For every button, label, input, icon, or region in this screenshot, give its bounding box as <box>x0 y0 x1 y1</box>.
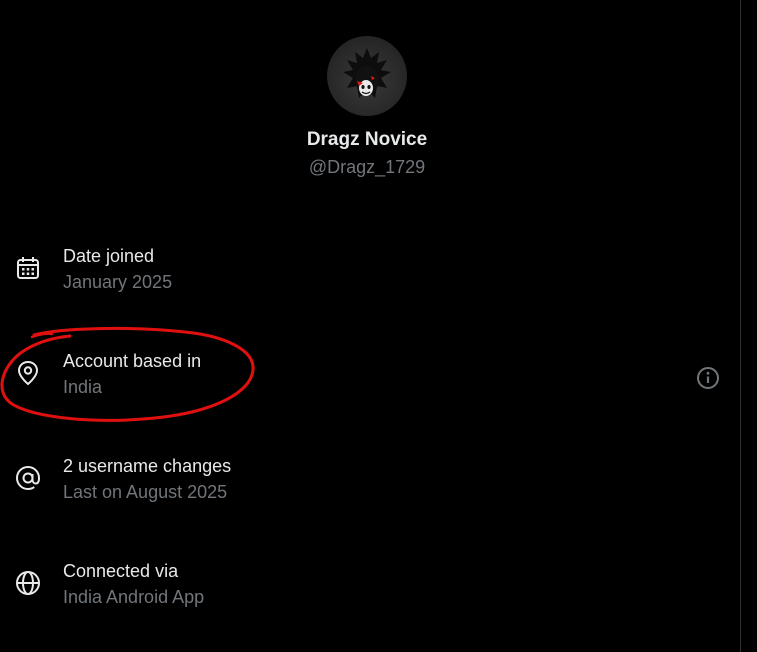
account-details-list: Date joined January 2025 Account based i… <box>0 232 740 652</box>
row-date-joined: Date joined January 2025 <box>0 232 740 337</box>
row-text: 2 username changes Last on August 2025 <box>63 454 231 504</box>
row-text: Connected via India Android App <box>63 559 204 609</box>
row-username-changes: 2 username changes Last on August 2025 <box>0 442 740 547</box>
row-subtitle: India <box>63 377 103 397</box>
row-subtitle: Last on August 2025 <box>63 482 228 502</box>
display-name: Dragz Novice <box>306 129 428 150</box>
avatar-image <box>343 48 391 98</box>
location-pin-icon <box>14 359 42 387</box>
profile-header: Dragz Novice @Dragz_1729 <box>0 36 734 178</box>
account-info-page: Dragz Novice @Dragz_1729 Date joined Jan… <box>0 0 757 652</box>
row-subtitle: January 2025 <box>63 272 173 292</box>
row-title: Account based in <box>63 351 202 371</box>
globe-icon <box>14 569 42 597</box>
column-divider <box>740 0 741 652</box>
row-account-based-in: Account based in India <box>0 337 740 442</box>
calendar-icon <box>14 254 42 282</box>
at-sign-icon <box>14 464 42 492</box>
row-title: Date joined <box>63 246 155 266</box>
row-text: Account based in India <box>63 349 201 399</box>
row-subtitle: India Android App <box>63 587 205 607</box>
info-icon[interactable] <box>696 366 720 390</box>
row-title: Connected via <box>63 561 179 581</box>
avatar[interactable] <box>327 36 407 116</box>
username-handle: @Dragz_1729 <box>308 157 426 177</box>
row-connected-via: Connected via India Android App <box>0 547 740 652</box>
row-text: Date joined January 2025 <box>63 244 172 294</box>
row-title: 2 username changes <box>63 456 232 476</box>
